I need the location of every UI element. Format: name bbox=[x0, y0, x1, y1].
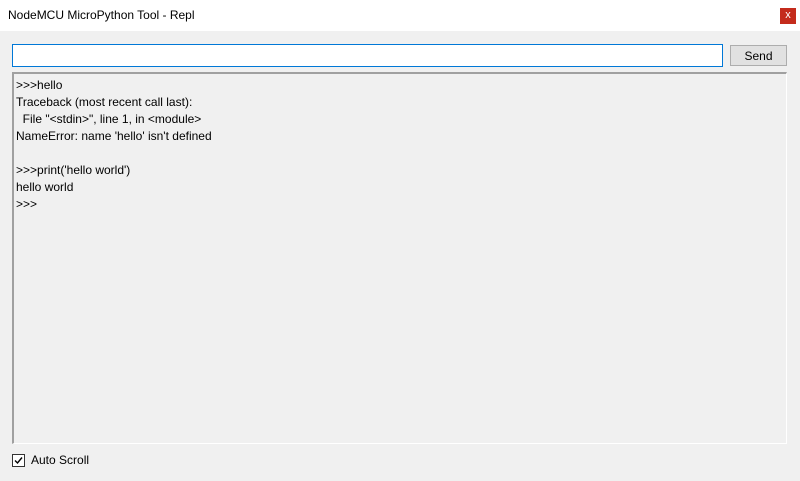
auto-scroll-checkbox[interactable] bbox=[12, 453, 25, 467]
output-console[interactable]: >>>hello Traceback (most recent call las… bbox=[12, 72, 787, 444]
checkmark-icon bbox=[14, 456, 23, 464]
title-bar[interactable]: NodeMCU MicroPython Tool - Repl x bbox=[0, 0, 800, 31]
output-line: >>>hello bbox=[16, 78, 63, 92]
auto-scroll-option[interactable]: Auto Scroll bbox=[12, 453, 89, 467]
window-title: NodeMCU MicroPython Tool - Repl bbox=[8, 8, 195, 22]
close-button[interactable]: x bbox=[780, 8, 796, 24]
repl-window: NodeMCU MicroPython Tool - Repl x Send >… bbox=[0, 0, 800, 481]
output-line: NameError: name 'hello' isn't defined bbox=[16, 129, 212, 143]
output-line: hello world bbox=[16, 180, 74, 194]
output-line: >>>print('hello world') bbox=[16, 163, 131, 177]
output-line: Traceback (most recent call last): bbox=[16, 95, 193, 109]
output-line: >>> bbox=[16, 197, 38, 211]
command-input[interactable] bbox=[12, 44, 723, 67]
output-line: File "<stdin>", line 1, in <module> bbox=[16, 112, 202, 126]
auto-scroll-label: Auto Scroll bbox=[31, 453, 90, 467]
send-button[interactable]: Send bbox=[730, 45, 787, 66]
